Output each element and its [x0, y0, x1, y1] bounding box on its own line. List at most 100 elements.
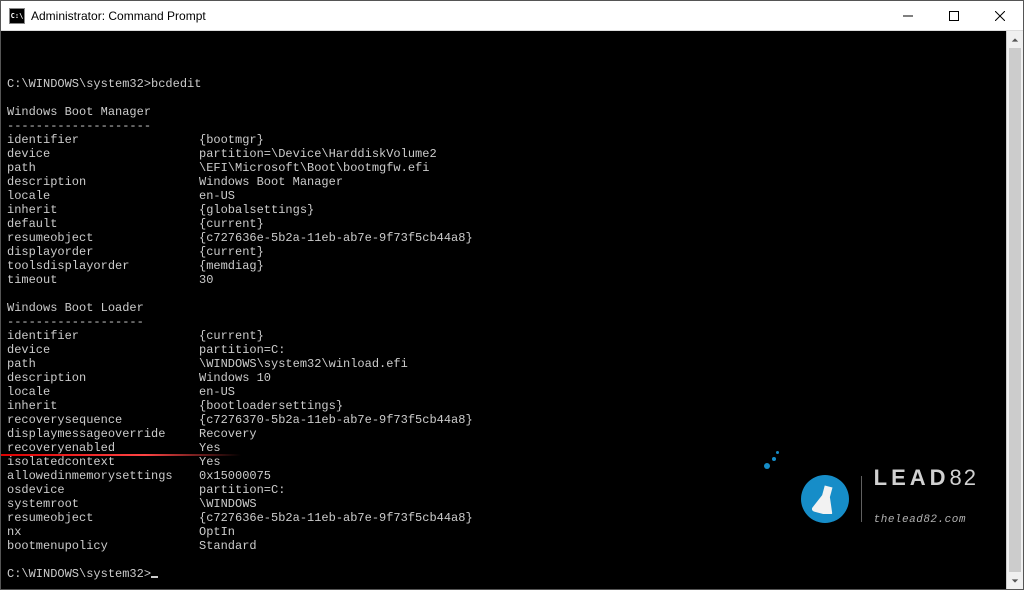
- output-value: {current}: [199, 245, 264, 259]
- output-value: Windows 10: [199, 371, 271, 385]
- console-line: C:\WINDOWS\system32>bcdedit: [7, 77, 1000, 91]
- console-line: --------------------: [7, 119, 1000, 133]
- console-line: recoverysequence{c7276370-5b2a-11eb-ab7e…: [7, 413, 1000, 427]
- output-value: {c727636e-5b2a-11eb-ab7e-9f73f5cb44a8}: [199, 231, 473, 245]
- brand-light: 82: [950, 465, 978, 490]
- output-value: {c727636e-5b2a-11eb-ab7e-9f73f5cb44a8}: [199, 511, 473, 525]
- output-key: description: [7, 371, 199, 385]
- output-value: {current}: [199, 217, 264, 231]
- output-value: {current}: [199, 329, 264, 343]
- output-value: partition=\Device\HarddiskVolume2: [199, 147, 437, 161]
- output-key: inherit: [7, 203, 199, 217]
- output-key: bootmenupolicy: [7, 539, 199, 553]
- prompt-path: C:\WINDOWS\system32>: [7, 567, 151, 581]
- output-key: nx: [7, 525, 199, 539]
- console-line: path\EFI\Microsoft\Boot\bootmgfw.efi: [7, 161, 1000, 175]
- console-line: devicepartition=\Device\HarddiskVolume2: [7, 147, 1000, 161]
- output-key: locale: [7, 189, 199, 203]
- output-value: \WINDOWS\system32\winload.efi: [199, 357, 408, 371]
- console-line: [7, 553, 1000, 567]
- output-value: Windows Boot Manager: [199, 175, 343, 189]
- output-key: displaymessageoverride: [7, 427, 199, 441]
- console-line: Windows Boot Manager: [7, 105, 1000, 119]
- output-value: 30: [199, 273, 213, 287]
- console-line: localeen-US: [7, 189, 1000, 203]
- titlebar[interactable]: C:\ Administrator: Command Prompt: [1, 1, 1023, 31]
- output-key: path: [7, 161, 199, 175]
- console-line: inherit{bootloadersettings}: [7, 399, 1000, 413]
- scroll-up-button[interactable]: [1007, 31, 1023, 48]
- console-area: C:\WINDOWS\system32>bcdedit Windows Boot…: [1, 31, 1023, 589]
- output-value: {bootloadersettings}: [199, 399, 343, 413]
- output-value: Yes: [199, 455, 221, 469]
- output-key: device: [7, 147, 199, 161]
- console-line: descriptionWindows 10: [7, 371, 1000, 385]
- output-value: {c7276370-5b2a-11eb-ab7e-9f73f5cb44a8}: [199, 413, 473, 427]
- output-key: toolsdisplayorder: [7, 259, 199, 273]
- console-line: identifier{bootmgr}: [7, 133, 1000, 147]
- window-title: Administrator: Command Prompt: [31, 9, 885, 23]
- output-value: Standard: [199, 539, 257, 553]
- output-key: identifier: [7, 329, 199, 343]
- output-value: Yes: [199, 441, 221, 455]
- console-line: Windows Boot Loader: [7, 301, 1000, 315]
- text-cursor: [151, 576, 158, 578]
- console-line: displaymessageoverrideRecovery: [7, 427, 1000, 441]
- console-line: timeout30: [7, 273, 1000, 287]
- output-key: locale: [7, 385, 199, 399]
- minimize-button[interactable]: [885, 1, 931, 30]
- output-key: recoveryenabled: [7, 441, 199, 455]
- output-key: timeout: [7, 273, 199, 287]
- output-key: resumeobject: [7, 231, 199, 245]
- console-line: [7, 91, 1000, 105]
- output-key: displayorder: [7, 245, 199, 259]
- close-button[interactable]: [977, 1, 1023, 30]
- output-key: description: [7, 175, 199, 189]
- vertical-scrollbar[interactable]: [1006, 31, 1023, 589]
- watermark-logo: LEAD82 thelead82.com: [801, 443, 978, 555]
- console-line: descriptionWindows Boot Manager: [7, 175, 1000, 189]
- output-key: path: [7, 357, 199, 371]
- console-line: localeen-US: [7, 385, 1000, 399]
- output-key: osdevice: [7, 483, 199, 497]
- console-line: toolsdisplayorder{memdiag}: [7, 259, 1000, 273]
- output-value: Recovery: [199, 427, 257, 441]
- console-output[interactable]: C:\WINDOWS\system32>bcdedit Windows Boot…: [1, 31, 1006, 589]
- output-key: inherit: [7, 399, 199, 413]
- output-key: identifier: [7, 133, 199, 147]
- brand-url: thelead82.com: [874, 513, 978, 527]
- console-line: path\WINDOWS\system32\winload.efi: [7, 357, 1000, 371]
- scroll-track[interactable]: [1007, 48, 1023, 572]
- window-controls: [885, 1, 1023, 30]
- cmd-icon: C:\: [9, 8, 25, 24]
- console-line: resumeobject{c727636e-5b2a-11eb-ab7e-9f7…: [7, 231, 1000, 245]
- output-value: en-US: [199, 189, 235, 203]
- console-line: [7, 287, 1000, 301]
- console-line: identifier{current}: [7, 329, 1000, 343]
- brand-bold: LEAD: [874, 465, 950, 490]
- output-value: en-US: [199, 385, 235, 399]
- output-value: {globalsettings}: [199, 203, 314, 217]
- output-value: partition=C:: [199, 343, 285, 357]
- output-key: resumeobject: [7, 511, 199, 525]
- output-value: \WINDOWS: [199, 497, 257, 511]
- output-value: \EFI\Microsoft\Boot\bootmgfw.efi: [199, 161, 429, 175]
- prompt-command: bcdedit: [151, 77, 201, 91]
- maximize-button[interactable]: [931, 1, 977, 30]
- console-line: displayorder{current}: [7, 245, 1000, 259]
- output-key: default: [7, 217, 199, 231]
- highlight-underline: [1, 454, 241, 456]
- output-key: recoverysequence: [7, 413, 199, 427]
- scroll-thumb[interactable]: [1009, 48, 1021, 572]
- output-value: {bootmgr}: [199, 133, 264, 147]
- output-key: isolatedcontext: [7, 455, 199, 469]
- console-line: -------------------: [7, 315, 1000, 329]
- scroll-down-button[interactable]: [1007, 572, 1023, 589]
- output-value: 0x15000075: [199, 469, 271, 483]
- output-value: {memdiag}: [199, 259, 264, 273]
- console-line: C:\WINDOWS\system32>: [7, 567, 1000, 581]
- console-line: inherit{globalsettings}: [7, 203, 1000, 217]
- command-prompt-window: C:\ Administrator: Command Prompt C:\WIN…: [0, 0, 1024, 590]
- console-line: default{current}: [7, 217, 1000, 231]
- output-value: partition=C:: [199, 483, 285, 497]
